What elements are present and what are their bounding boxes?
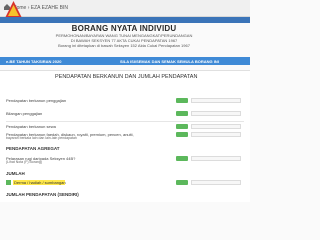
form-nav-bar: e-BE TAHUN TAKSIRAN 2020 SILA ISI/SEMAK …: [0, 57, 250, 65]
row-income-employment: Pendapatan berkanun penggajian: [6, 98, 244, 105]
row-sublabel: bayaran berkala lain dan lain-lain penda…: [6, 136, 77, 140]
employment-count-input[interactable]: [191, 111, 241, 116]
income-employment-input[interactable]: [191, 98, 241, 103]
donation-input[interactable]: [191, 180, 241, 185]
row-label: Bilangan penggajian: [6, 111, 43, 116]
status-badge: [176, 132, 188, 137]
row-other-income: Pendapatan berkanun faedah, diskaun, roy…: [6, 132, 244, 142]
row-label: Pendapatan berkanun sewa: [6, 124, 56, 129]
divider: [6, 121, 244, 122]
row-loss-adjustment: Pelarasan rugi daripada Seksyen 44B? (Li…: [6, 156, 244, 166]
page-title: BORANG NYATA INDIVIDU: [71, 24, 177, 33]
nav-instruction: SILA ISI/SEMAK DAN SEMAK SEMULA BORANG I…: [120, 59, 219, 64]
top-bar: Home › EZA EZAHE BIN: [0, 0, 250, 17]
status-badge: [176, 111, 188, 116]
form-header: BORANG NYATA INDIVIDU PERMOHONAN/BAYARAN…: [24, 24, 224, 48]
row-rental-income: Pendapatan berkanun sewa: [6, 124, 244, 131]
status-badge: [176, 124, 188, 129]
row-label: Pendapatan berkanun penggajian: [6, 98, 67, 103]
loss-adjustment-input[interactable]: [191, 156, 241, 161]
group-total: JUMLAH: [6, 171, 25, 176]
header-stripe: [0, 17, 250, 23]
other-income-input[interactable]: [191, 132, 241, 137]
row-donation: [6, 180, 244, 187]
status-badge: [176, 180, 188, 185]
group-total-own: JUMLAH PENDAPATAN (SENDIRI): [6, 192, 79, 197]
subtitle-line-3: Borang ini ditetapkan di bawah Seksyen 1…: [58, 43, 190, 48]
row-employment-count: Bilangan penggajian: [6, 111, 244, 118]
group-aggregate: PENDAPATAN AGREGAT: [6, 146, 60, 151]
tab-year[interactable]: e-BE TAHUN TAKSIRAN 2020: [6, 59, 61, 64]
row-sublabel: (Lihat Nota (F) Borang): [6, 160, 42, 164]
status-badge: [176, 156, 188, 161]
status-badge: [176, 98, 188, 103]
section-title: PENDAPATAN BERKANUN DAN JUMLAH PENDAPATA…: [55, 74, 198, 80]
lhdn-logo-icon: [5, 1, 22, 18]
rental-income-input[interactable]: [191, 124, 241, 129]
